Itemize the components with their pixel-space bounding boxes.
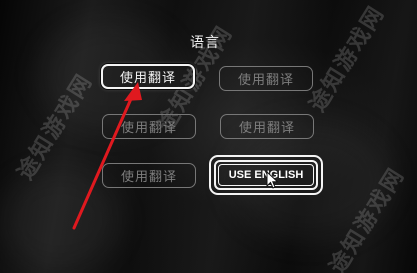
use-translation-button[interactable]: 使用翻译 (219, 66, 313, 91)
use-translation-button[interactable]: 使用翻译 (102, 114, 196, 139)
background-blur-shape (0, 170, 120, 270)
game-language-screen: 途知游戏网 途知游戏网 途知游戏网 途知游戏网 语言 使用翻译 使用翻译 使用翻… (0, 0, 417, 273)
watermark-text: 途知游戏网 (305, 1, 390, 117)
use-translation-button[interactable]: 使用翻译 (220, 114, 314, 139)
mouse-cursor-icon (266, 171, 279, 189)
use-translation-button[interactable]: 使用翻译 (101, 64, 195, 89)
use-translation-button[interactable]: 使用翻译 (102, 163, 196, 188)
language-title: 语言 (190, 35, 220, 51)
